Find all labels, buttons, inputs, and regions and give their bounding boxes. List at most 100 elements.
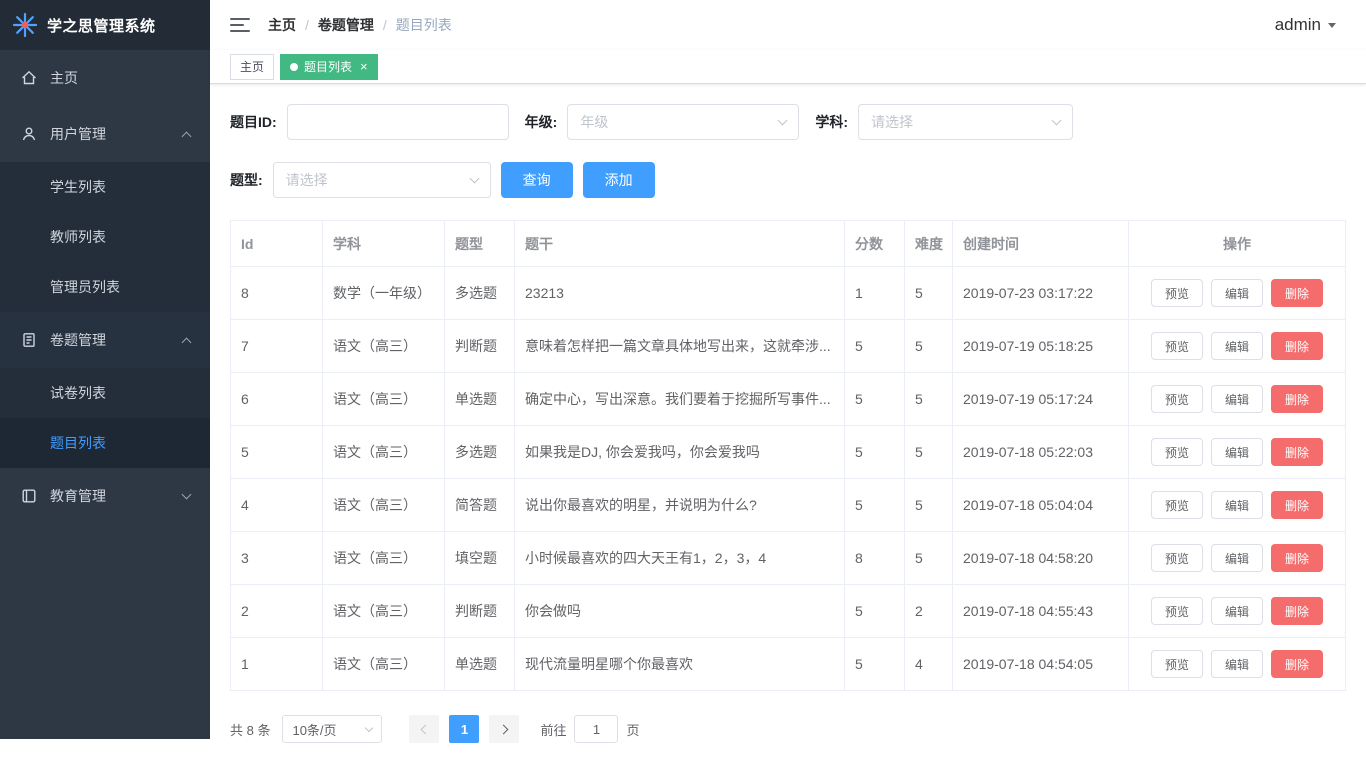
breadcrumb-home[interactable]: 主页: [268, 15, 296, 35]
sidebar-item-home[interactable]: 主页: [0, 50, 210, 106]
cell-subject: 语文（高三）: [322, 425, 445, 479]
app-window: 学之思管理系统 主页 用户管理 学生列表 教师列表 管理员列表 卷题管理 试卷列…: [0, 0, 1366, 743]
cell-created: 2019-07-23 03:17:22: [952, 266, 1129, 320]
sidebar-item-question-list[interactable]: 题目列表: [0, 418, 210, 468]
cell-stem: 现代流量明星哪个你最喜欢: [514, 637, 845, 691]
subject-label: 学科:: [815, 114, 849, 130]
cell-actions: 预览 编辑 删除: [1128, 425, 1346, 479]
chevron-down-icon: [777, 115, 788, 126]
edit-button[interactable]: 编辑: [1210, 332, 1263, 360]
cell-created: 2019-07-18 04:55:43: [952, 584, 1129, 638]
sidebar-item-admin-list[interactable]: 管理员列表: [0, 262, 210, 312]
col-stem: 题干: [514, 220, 845, 267]
table-row: 7 语文（高三） 判断题 意味着怎样把一篇文章具体地写出来，这就牵涉... 5 5 2019…: [230, 319, 1346, 373]
filter-row-2: 题型: 请选择 查询 添加: [230, 162, 1346, 198]
chevron-right-icon: [498, 724, 509, 734]
chevron-down-icon: [365, 723, 374, 733]
cell-difficulty: 5: [904, 425, 953, 479]
notebook-icon: [20, 487, 38, 505]
delete-button[interactable]: 删除: [1271, 385, 1324, 413]
page-size-value: 10条/页: [292, 722, 337, 738]
hamburger-icon[interactable]: [230, 17, 250, 33]
question-id-input[interactable]: [286, 104, 509, 140]
close-icon[interactable]: ×: [360, 60, 368, 73]
sidebar-item-label: 教育管理: [50, 488, 106, 504]
delete-button[interactable]: 删除: [1271, 438, 1324, 466]
cell-type: 单选题: [444, 637, 515, 691]
cell-score: 5: [844, 584, 905, 638]
preview-button[interactable]: 预览: [1150, 438, 1203, 466]
sidebar-item-student-list[interactable]: 学生列表: [0, 162, 210, 212]
document-icon: [20, 331, 38, 349]
cell-created: 2019-07-18 05:22:03: [952, 425, 1129, 479]
table-header-row: Id 学科 题型 题干 分数 难度 创建时间 操作: [230, 220, 1346, 267]
col-created: 创建时间: [952, 220, 1129, 267]
sidebar-item-paper-list[interactable]: 试卷列表: [0, 368, 210, 418]
preview-button[interactable]: 预览: [1150, 491, 1203, 519]
col-type: 题型: [444, 220, 515, 267]
edit-button[interactable]: 编辑: [1210, 491, 1263, 519]
add-button[interactable]: 添加: [582, 162, 655, 198]
query-button[interactable]: 查询: [500, 162, 573, 198]
edit-button[interactable]: 编辑: [1210, 544, 1263, 572]
table-row: 8 数学（一年级） 多选题 23213 1 5 2019-07-23 03:17:22 预览编…: [230, 266, 1346, 320]
active-dot-icon: [290, 62, 299, 71]
grade-select[interactable]: 年级: [567, 104, 800, 140]
preview-button[interactable]: 预览: [1150, 385, 1203, 413]
preview-button[interactable]: 预览: [1150, 597, 1203, 625]
tab-home[interactable]: 主页: [230, 53, 275, 80]
cell-stem: 小时候最喜欢的四大天王有1，2，3，4: [514, 531, 845, 585]
sidebar-item-education-management[interactable]: 教育管理: [0, 468, 210, 524]
cell-actions: 预览 编辑 删除: [1128, 637, 1346, 691]
sidebar-item-exam-management[interactable]: 卷题管理: [0, 312, 210, 368]
question-type-select[interactable]: 请选择: [272, 162, 491, 198]
col-id: Id: [230, 220, 323, 267]
subject-select[interactable]: 请选择: [858, 104, 1074, 140]
delete-button[interactable]: 删除: [1271, 597, 1324, 625]
edit-button[interactable]: 编辑: [1210, 279, 1263, 307]
preview-button[interactable]: 预览: [1150, 279, 1203, 307]
edit-button[interactable]: 编辑: [1210, 650, 1263, 678]
cell-actions: 预览 编辑 删除: [1128, 584, 1346, 638]
delete-button[interactable]: 删除: [1271, 491, 1324, 519]
cell-score: 5: [844, 372, 905, 426]
edit-button[interactable]: 编辑: [1210, 385, 1263, 413]
delete-button[interactable]: 删除: [1271, 544, 1324, 572]
cell-id: 5: [230, 425, 323, 479]
chevron-left-icon: [420, 724, 431, 734]
cell-created: 2019-07-19 05:17:24: [952, 372, 1129, 426]
sidebar-item-user-management[interactable]: 用户管理: [0, 106, 210, 162]
cell-score: 8: [844, 531, 905, 585]
cell-subject: 语文（高三）: [322, 637, 445, 691]
cell-score: 5: [844, 425, 905, 479]
col-subject: 学科: [322, 220, 445, 267]
cell-actions: 预览 编辑 删除: [1128, 266, 1346, 320]
total-count: 共 8 条: [230, 722, 271, 738]
submenu-exam-management: 试卷列表 题目列表: [0, 368, 210, 468]
submenu-user-management: 学生列表 教师列表 管理员列表: [0, 162, 210, 312]
preview-button[interactable]: 预览: [1150, 332, 1203, 360]
delete-button[interactable]: 删除: [1271, 332, 1324, 360]
preview-button[interactable]: 预览: [1150, 544, 1203, 572]
sidebar-item-teacher-list[interactable]: 教师列表: [0, 212, 210, 262]
preview-button[interactable]: 预览: [1150, 650, 1203, 678]
subject-select-placeholder: 请选择: [871, 114, 914, 130]
user-icon: [20, 125, 38, 143]
col-score: 分数: [844, 220, 905, 267]
delete-button[interactable]: 删除: [1271, 279, 1324, 307]
user-menu[interactable]: admin: [1275, 15, 1336, 35]
cell-difficulty: 2: [904, 584, 953, 638]
question-type-select-placeholder: 请选择: [285, 172, 328, 188]
cell-created: 2019-07-19 05:18:25: [952, 319, 1129, 373]
edit-button[interactable]: 编辑: [1210, 438, 1263, 466]
delete-button[interactable]: 删除: [1271, 650, 1324, 678]
breadcrumb-exam-management[interactable]: 卷题管理: [318, 15, 374, 35]
app-title: 学之思管理系统: [47, 17, 156, 35]
cell-stem: 意味着怎样把一篇文章具体地写出来，这就牵涉...: [514, 319, 845, 373]
tab-question-list[interactable]: 题目列表 ×: [280, 53, 378, 80]
table-row: 4 语文（高三） 简答题 说出你最喜欢的明星，并说明为什么? 5 5 2019-07-18 …: [230, 478, 1346, 532]
filter-row-1: 题目ID: 年级: 年级 学科: 请选择: [230, 104, 1346, 140]
content-area: 题目ID: 年级: 年级 学科: 请选择 题型: 请选择 查询 添加 Id 学科…: [210, 84, 1366, 763]
chevron-up-icon: [181, 337, 192, 347]
edit-button[interactable]: 编辑: [1210, 597, 1263, 625]
